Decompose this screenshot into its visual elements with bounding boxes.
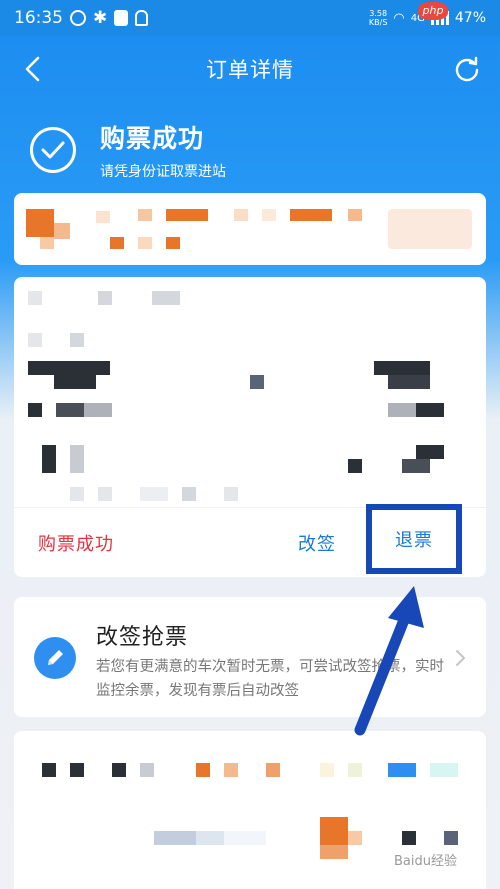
mosaic-block [224, 831, 266, 845]
mosaic-block [140, 763, 154, 777]
mosaic-block [42, 445, 56, 473]
mosaic-block [98, 487, 112, 501]
chevron-left-icon[interactable] [22, 56, 44, 82]
mosaic-block [166, 209, 208, 221]
mosaic-block [42, 763, 56, 777]
mosaic-block [56, 403, 84, 417]
mosaic-block [70, 763, 84, 777]
mosaic-block [234, 209, 248, 221]
network-speed-value: 3.58 [369, 9, 388, 18]
mosaic-block [40, 237, 54, 249]
mosaic-block [348, 831, 362, 845]
mosaic-block [348, 209, 362, 221]
mosaic-block [54, 375, 96, 389]
mosaic-block [70, 333, 84, 347]
mosaic-block [388, 763, 416, 777]
mosaic-block [374, 361, 430, 375]
refund-highlight-box: 退票 [366, 503, 462, 574]
network-speed-unit: KB/S [368, 18, 388, 27]
mosaic-block [250, 375, 264, 389]
mosaic-block [320, 845, 348, 859]
mosaic-block [290, 209, 332, 221]
mosaic-block [266, 763, 280, 777]
mosaic-block [98, 291, 112, 305]
alarm-icon [70, 10, 86, 26]
mosaic-block [112, 763, 126, 777]
mosaic-block [28, 333, 42, 347]
page-title: 订单详情 [206, 58, 294, 82]
php-logo: php [418, 2, 448, 20]
change-ticket-button[interactable]: 改签 [298, 530, 336, 556]
mosaic-block [28, 403, 42, 417]
mosaic-block [402, 831, 416, 845]
mosaic-block [196, 831, 224, 845]
refresh-icon[interactable] [454, 56, 480, 82]
mosaic-block [320, 817, 348, 845]
mosaic-block [262, 209, 276, 221]
annotation-arrow [354, 586, 424, 736]
bluetooth-icon: ✱ [93, 8, 108, 28]
watermark: Baidu经验 [390, 848, 461, 871]
ticket-card: 购票成功 改签 退票 [14, 277, 486, 577]
ticket-action-row: 购票成功 改签 退票 [14, 503, 486, 577]
train-logo-mosaic [26, 209, 54, 237]
mosaic-block [320, 763, 334, 777]
check-circle-icon [30, 127, 76, 173]
mosaic-block [388, 375, 430, 389]
success-title: 购票成功 [100, 124, 205, 153]
refund-button[interactable]: 退票 [395, 526, 433, 552]
mosaic-block [138, 237, 152, 249]
mosaic-block [138, 209, 152, 221]
mosaic-block [54, 223, 70, 239]
mosaic-block [110, 237, 124, 249]
mosaic-block [28, 361, 110, 375]
wifi-icon: ◠ [393, 10, 405, 26]
mosaic-block [70, 445, 84, 473]
mosaic-block [196, 763, 210, 777]
success-subtitle: 请凭身份证取票进站 [100, 164, 226, 180]
nav-bar: 订单详情 [0, 36, 500, 102]
mosaic-block [70, 487, 84, 501]
mosaic-block [348, 763, 362, 777]
mosaic-block [416, 403, 444, 417]
mosaic-block [224, 763, 238, 777]
mosaic-block [166, 237, 180, 249]
mosaic-block [348, 459, 362, 473]
app-notification-icon [114, 10, 129, 26]
mosaic-block [140, 487, 168, 501]
qq-icon [135, 10, 149, 26]
pencil-icon [34, 637, 76, 679]
mosaic-block [388, 209, 472, 249]
mosaic-block [402, 459, 430, 473]
battery-level: 47% [454, 10, 486, 26]
network-speed: 3.58 KB/S [369, 9, 388, 27]
grab-title: 改签抢票 [96, 625, 189, 650]
mosaic-block [28, 291, 42, 305]
mosaic-block [96, 211, 110, 223]
mosaic-block [154, 831, 196, 845]
mosaic-block [224, 487, 238, 501]
mosaic-block [84, 403, 112, 417]
ticket-status: 购票成功 [38, 533, 114, 555]
mosaic-block [444, 831, 458, 845]
mosaic-block [182, 487, 196, 501]
status-time: 16:35 [14, 8, 63, 28]
chevron-right-icon [456, 650, 465, 666]
mosaic-block [430, 763, 458, 777]
purchase-success-header: 购票成功 请凭身份证取票进站 [30, 118, 470, 182]
mosaic-block [152, 291, 180, 305]
train-info-card[interactable] [14, 193, 486, 265]
mosaic-block [388, 403, 416, 417]
mosaic-block [416, 445, 444, 459]
